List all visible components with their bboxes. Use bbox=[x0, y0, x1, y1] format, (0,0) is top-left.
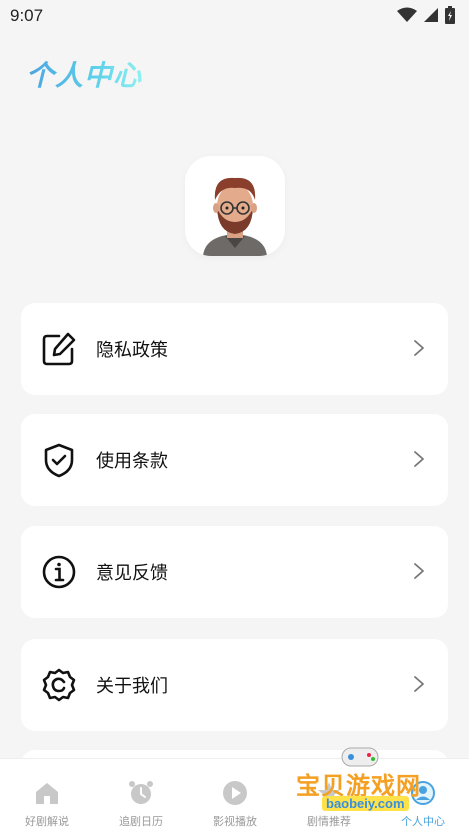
play-icon bbox=[223, 781, 247, 805]
avatar[interactable] bbox=[185, 156, 285, 256]
cell-signal-icon bbox=[424, 8, 438, 22]
watermark-url: baobeiy.com bbox=[322, 796, 409, 811]
status-bar: 9:07 bbox=[0, 0, 469, 32]
chevron-right-icon bbox=[414, 563, 424, 579]
menu-item-about-us[interactable]: 关于我们 bbox=[21, 639, 448, 731]
alarm-clock-icon bbox=[129, 781, 153, 804]
battery-icon bbox=[445, 6, 455, 24]
menu-item-feedback[interactable]: 意见反馈 bbox=[21, 526, 448, 618]
chevron-right-icon bbox=[414, 451, 424, 467]
tab-label: 追剧日历 bbox=[119, 815, 163, 828]
menu-item-label: 使用条款 bbox=[96, 451, 168, 472]
tab-label: 好剧解说 bbox=[25, 815, 69, 828]
home-icon bbox=[36, 783, 58, 804]
wifi-icon bbox=[397, 7, 417, 22]
menu-item-label: 关于我们 bbox=[96, 676, 168, 697]
tab-video-play[interactable]: 影视播放 bbox=[188, 779, 282, 829]
gear-icon bbox=[42, 668, 76, 702]
tab-drama-commentary[interactable]: 好剧解说 bbox=[0, 779, 94, 829]
gamepad-icon bbox=[341, 747, 379, 767]
tab-label: 影视播放 bbox=[213, 815, 257, 828]
avatar-illustration bbox=[203, 177, 267, 256]
edit-icon bbox=[42, 332, 76, 366]
shield-check-icon bbox=[44, 443, 74, 478]
page-title: 个人中心 bbox=[26, 54, 142, 94]
menu-item-label: 隐私政策 bbox=[96, 340, 168, 361]
status-time: 9:07 bbox=[10, 6, 44, 25]
status-icons bbox=[397, 6, 455, 24]
info-icon bbox=[42, 555, 76, 589]
menu-item-privacy-policy[interactable]: 隐私政策 bbox=[21, 303, 448, 395]
watermark-logo: 宝贝游戏网 baobeiy.com bbox=[292, 744, 442, 829]
tab-drama-calendar[interactable]: 追剧日历 bbox=[94, 779, 188, 829]
menu-item-label: 意见反馈 bbox=[96, 563, 168, 584]
menu-item-terms-of-use[interactable]: 使用条款 bbox=[21, 414, 448, 506]
chevron-right-icon bbox=[414, 676, 424, 692]
chevron-right-icon bbox=[414, 340, 424, 356]
